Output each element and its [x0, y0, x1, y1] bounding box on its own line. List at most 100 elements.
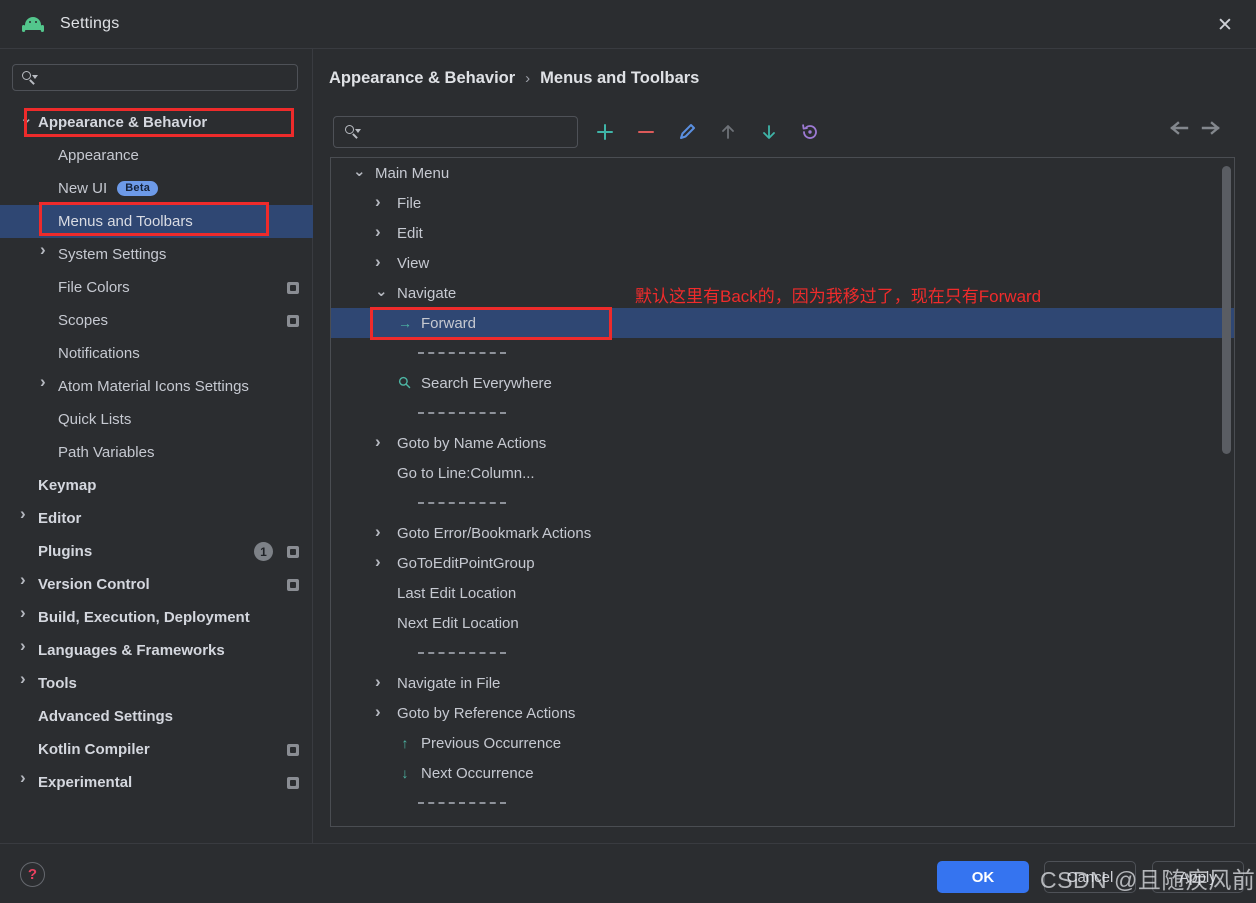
tree-row[interactable]: ⚲ Search Everywhere [331, 368, 1234, 398]
sidebar-item-scopes[interactable]: Scopes [0, 304, 313, 337]
sidebar-item-plugins[interactable]: Plugins 1 [0, 535, 313, 568]
tree-row[interactable]: › Edit [331, 218, 1234, 248]
sidebar-item-build-execution-deployment[interactable]: › Build, Execution, Deployment [0, 601, 313, 634]
tree-row-label: Go to Line:Column... [397, 464, 535, 482]
chevron-right-icon[interactable]: › [20, 637, 32, 654]
tree-row-label: Goto by Reference Actions [397, 704, 576, 722]
menu-separator [331, 788, 1234, 818]
tree-row-label: Navigate [397, 284, 457, 302]
sidebar-item-menus-and-toolbars[interactable]: Menus and Toolbars [0, 205, 313, 238]
chevron-down-icon[interactable]: ⌄ [375, 282, 388, 300]
tree-row[interactable]: ↓ Next Occurrence [331, 758, 1234, 788]
cancel-button[interactable]: Cancel [1044, 861, 1136, 893]
menu-tree-rows: ⌄ Main Menu › File › Edit › View ⌄ Navigate → Forwa… [331, 158, 1234, 818]
sidebar-item-keymap[interactable]: Keymap [0, 469, 313, 502]
chevron-right-icon[interactable]: › [375, 522, 387, 542]
tree-row-label: GoToEditPointGroup [397, 554, 535, 572]
window-title: Settings [60, 15, 120, 32]
ok-button[interactable]: OK [937, 861, 1029, 893]
tree-row[interactable]: ⌄ Navigate [331, 278, 1234, 308]
tree-row[interactable]: Next Edit Location [331, 608, 1234, 638]
sidebar-item-appearance-behavior[interactable]: ⌄ Appearance & Behavior [0, 106, 313, 139]
chevron-right-icon[interactable]: › [20, 604, 32, 621]
menu-separator [331, 488, 1234, 518]
move-down-button[interactable] [757, 120, 781, 144]
sidebar-item-appearance[interactable]: Appearance [0, 139, 313, 172]
sidebar-item-system-settings[interactable]: › System Settings [0, 238, 313, 271]
tree-row-label: Main Menu [375, 164, 450, 182]
project-scope-icon [287, 545, 299, 558]
tree-row-label: Navigate in File [397, 674, 501, 692]
chevron-right-icon[interactable]: › [20, 505, 32, 522]
chevron-right-icon[interactable]: › [20, 670, 32, 687]
history-forward-button[interactable] [1198, 117, 1224, 139]
move-up-button[interactable] [716, 120, 740, 144]
sidebar-item-label: Kotlin Compiler [38, 741, 150, 758]
chevron-right-icon[interactable]: › [375, 252, 387, 272]
sidebar-item-new-ui[interactable]: New UI Beta [0, 172, 313, 205]
sidebar-item-quick-lists[interactable]: Quick Lists [0, 403, 313, 436]
chevron-right-icon[interactable]: › [20, 571, 32, 588]
tree-row[interactable]: ↑ Previous Occurrence [331, 728, 1234, 758]
tree-row[interactable]: ⌄ Main Menu [331, 158, 1234, 188]
chevron-right-icon[interactable]: › [40, 373, 52, 390]
tree-row[interactable]: › Navigate in File [331, 668, 1234, 698]
sidebar-item-tools[interactable]: › Tools [0, 667, 313, 700]
title-bar: Settings ✕ [0, 0, 1256, 49]
chevron-right-icon[interactable]: › [375, 552, 387, 572]
sidebar-item-notifications[interactable]: Notifications [0, 337, 313, 370]
project-scope-icon [287, 314, 299, 327]
restore-defaults-icon[interactable] [798, 120, 822, 144]
sidebar-item-editor[interactable]: › Editor [0, 502, 313, 535]
close-icon[interactable]: ✕ [1210, 10, 1240, 40]
chevron-down-icon[interactable]: ⌄ [353, 162, 366, 180]
chevron-right-icon[interactable]: › [375, 222, 387, 242]
sidebar-item-label: Scopes [58, 312, 109, 329]
history-back-button[interactable] [1166, 117, 1192, 139]
sidebar-item-atom-material-icons-settings[interactable]: › Atom Material Icons Settings [0, 370, 313, 403]
settings-sidebar: ⌄ Appearance & Behavior Appearance New UI Be… [0, 49, 313, 843]
tree-row[interactable]: › View [331, 248, 1234, 278]
sidebar-item-label: Languages & Frameworks [38, 642, 225, 659]
sidebar-item-advanced-settings[interactable]: Advanced Settings [0, 700, 313, 733]
tree-row[interactable]: → Forward [331, 308, 1234, 338]
chevron-right-icon[interactable]: › [375, 702, 387, 722]
breadcrumb-parent[interactable]: Appearance & Behavior [329, 69, 515, 88]
tree-row[interactable]: › File [331, 188, 1234, 218]
sidebar-item-path-variables[interactable]: Path Variables [0, 436, 313, 469]
remove-button[interactable] [634, 120, 658, 144]
tree-row[interactable]: › Goto by Reference Actions [331, 698, 1234, 728]
chevron-right-icon[interactable]: › [375, 432, 387, 452]
chevron-right-icon[interactable]: › [375, 192, 387, 212]
chevron-right-icon[interactable]: › [40, 241, 52, 258]
sidebar-item-experimental[interactable]: › Experimental [0, 766, 313, 799]
sidebar-item-version-control[interactable]: › Version Control [0, 568, 313, 601]
sidebar-nav-list: ⌄ Appearance & Behavior Appearance New UI Be… [0, 106, 313, 799]
chevron-right-icon[interactable]: › [375, 672, 387, 692]
question-mark-icon[interactable]: ? [20, 862, 45, 887]
chevron-down-icon[interactable]: ⌄ [20, 111, 33, 126]
tree-row[interactable]: Go to Line:Column... [331, 458, 1234, 488]
sidebar-item-languages-frameworks[interactable]: › Languages & Frameworks [0, 634, 313, 667]
tree-row-label: File [397, 194, 422, 212]
tree-row[interactable]: › Goto by Name Actions [331, 428, 1234, 458]
tree-row-label: Goto Error/Bookmark Actions [397, 524, 592, 542]
sidebar-item-label: Advanced Settings [38, 708, 174, 725]
apply-button[interactable]: Apply [1152, 861, 1244, 893]
breadcrumb-current: Menus and Toolbars [540, 69, 700, 87]
chevron-right-icon[interactable]: › [20, 769, 32, 786]
edit-pencil-icon[interactable] [675, 120, 699, 144]
main-search-input[interactable] [333, 116, 578, 148]
sidebar-item-file-colors[interactable]: File Colors [0, 271, 313, 304]
tree-row[interactable]: › Goto Error/Bookmark Actions [331, 518, 1234, 548]
tree-row[interactable]: › GoToEditPointGroup [331, 548, 1234, 578]
update-count-badge: 1 [254, 542, 273, 561]
tree-row[interactable]: Last Edit Location [331, 578, 1234, 608]
tree-scrollbar[interactable] [1222, 166, 1231, 454]
tree-toolbar [593, 116, 822, 148]
tree-row-label: Search Everywhere [421, 374, 552, 392]
menu-tree-panel: ⌄ Main Menu › File › Edit › View ⌄ Navigate → Forwa… [330, 157, 1235, 827]
sidebar-item-kotlin-compiler[interactable]: Kotlin Compiler [0, 733, 313, 766]
sidebar-search-input[interactable] [12, 64, 298, 91]
add-button[interactable] [593, 120, 617, 144]
